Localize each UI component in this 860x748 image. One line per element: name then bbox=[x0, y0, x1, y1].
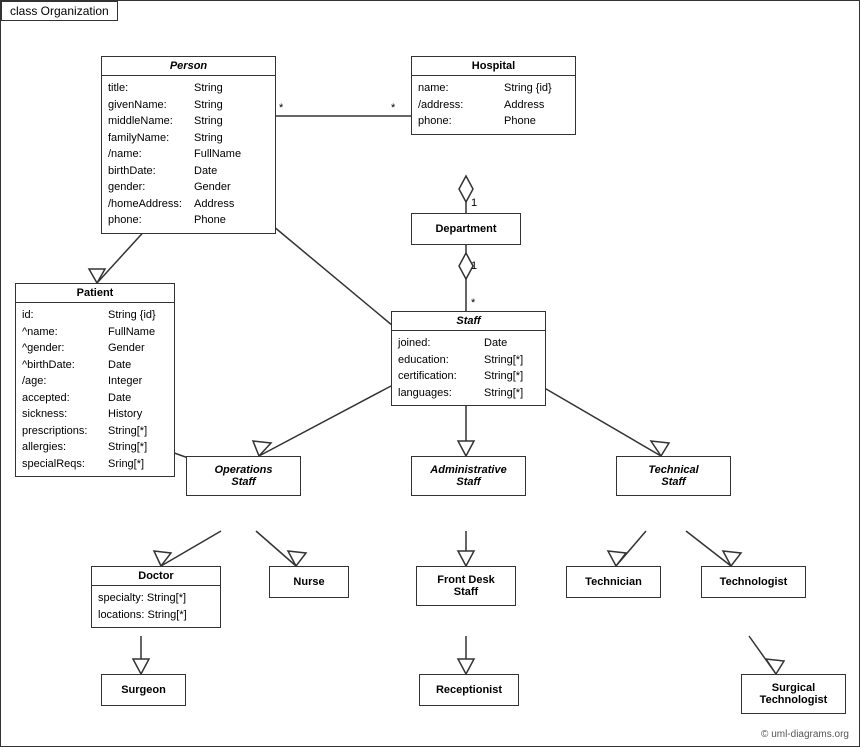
administrative-staff-box: Administrative Staff bbox=[411, 456, 526, 496]
department-box: Department bbox=[411, 213, 521, 245]
operations-staff-box: Operations Staff bbox=[186, 456, 301, 496]
technologist-title: Technologist bbox=[702, 573, 805, 591]
surgical-technologist-title: Surgical Technologist bbox=[742, 679, 845, 709]
surgeon-box: Surgeon bbox=[101, 674, 186, 706]
receptionist-box: Receptionist bbox=[419, 674, 519, 706]
hospital-box: Hospital name:String {id} /address:Addre… bbox=[411, 56, 576, 135]
diagram-title: class Organization bbox=[1, 1, 118, 21]
front-desk-staff-title: Front Desk Staff bbox=[417, 571, 515, 601]
department-title: Department bbox=[412, 220, 520, 238]
svg-text:1: 1 bbox=[471, 260, 477, 272]
person-box: Person title:String givenName:String mid… bbox=[101, 56, 276, 234]
patient-title: Patient bbox=[16, 284, 174, 303]
technical-staff-title: Technical Staff bbox=[617, 461, 730, 491]
svg-text:*: * bbox=[391, 102, 396, 114]
operations-staff-title: Operations Staff bbox=[187, 461, 300, 491]
hospital-attrs: name:String {id} /address:Address phone:… bbox=[412, 76, 575, 134]
patient-box: Patient id:String {id} ^name:FullName ^g… bbox=[15, 283, 175, 477]
hospital-title: Hospital bbox=[412, 57, 575, 76]
person-title: Person bbox=[102, 57, 275, 76]
technologist-box: Technologist bbox=[701, 566, 806, 598]
technician-title: Technician bbox=[567, 573, 660, 591]
administrative-staff-title: Administrative Staff bbox=[412, 461, 525, 491]
surgeon-title: Surgeon bbox=[102, 681, 185, 699]
nurse-title: Nurse bbox=[270, 573, 348, 591]
copyright: © uml-diagrams.org bbox=[761, 729, 849, 740]
doctor-attrs: specialty: String[*] locations: String[*… bbox=[92, 586, 220, 627]
staff-title: Staff bbox=[392, 312, 545, 331]
technician-box: Technician bbox=[566, 566, 661, 598]
staff-box: Staff joined:Date education:String[*] ce… bbox=[391, 311, 546, 406]
patient-attrs: id:String {id} ^name:FullName ^gender:Ge… bbox=[16, 303, 174, 476]
svg-text:1: 1 bbox=[471, 197, 477, 209]
technical-staff-box: Technical Staff bbox=[616, 456, 731, 496]
surgical-technologist-box: Surgical Technologist bbox=[741, 674, 846, 714]
diagram-container: class Organization * * 1 * 1 * * * bbox=[0, 0, 860, 747]
nurse-box: Nurse bbox=[269, 566, 349, 598]
person-attrs: title:String givenName:String middleName… bbox=[102, 76, 275, 233]
doctor-box: Doctor specialty: String[*] locations: S… bbox=[91, 566, 221, 628]
doctor-title: Doctor bbox=[92, 567, 220, 586]
svg-text:*: * bbox=[279, 102, 284, 114]
staff-attrs: joined:Date education:String[*] certific… bbox=[392, 331, 545, 405]
svg-text:*: * bbox=[471, 297, 476, 309]
front-desk-staff-box: Front Desk Staff bbox=[416, 566, 516, 606]
receptionist-title: Receptionist bbox=[420, 681, 518, 699]
